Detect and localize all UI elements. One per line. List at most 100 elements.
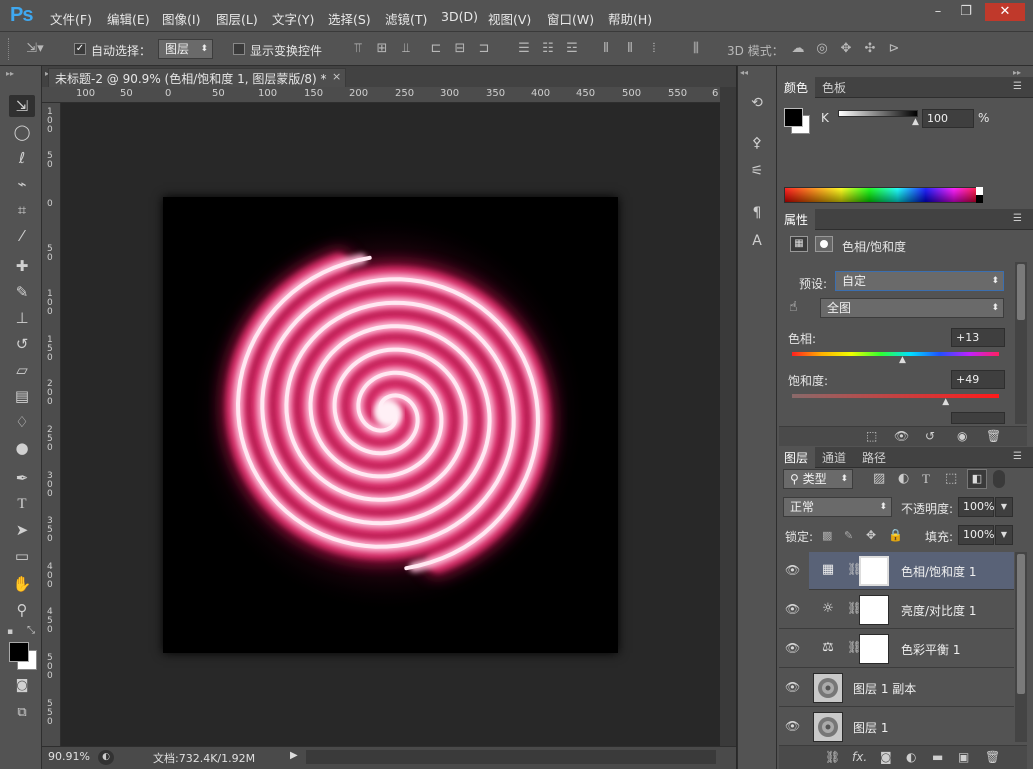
tab-layers[interactable]: 图层 <box>777 447 816 468</box>
range-dropdown[interactable]: 全图 ⬍ <box>820 298 1004 318</box>
properties-scrollbar[interactable] <box>1015 262 1027 424</box>
default-colors-icon[interactable]: ▪ <box>7 627 13 637</box>
filter-pixel-icon[interactable]: ▨ <box>873 471 885 486</box>
fill-input[interactable]: 100% <box>958 525 994 545</box>
lightness-value-input[interactable] <box>951 412 1005 424</box>
color-panel-menu-icon[interactable]: ☰ <box>1013 81 1022 92</box>
lock-all-icon[interactable]: 🔒 <box>888 528 903 542</box>
delete-layer-icon[interactable]: 🗑 <box>985 750 1000 764</box>
reset-icon[interactable]: ↺ <box>925 429 935 443</box>
auto-align-icon[interactable]: ⫼ <box>688 41 704 57</box>
dodge-tool-icon[interactable]: ● <box>9 437 35 459</box>
lasso-tool-icon[interactable]: ℓ <box>9 147 35 169</box>
restore-button[interactable]: ❐ <box>953 3 979 21</box>
document-scrollbar[interactable] <box>720 87 736 746</box>
menu-window[interactable]: 窗口(W) <box>547 9 594 28</box>
swirl-thumbnail[interactable] <box>813 673 843 703</box>
layers-panel-menu-icon[interactable]: ☰ <box>1013 451 1022 462</box>
clip-to-layer-icon[interactable]: ⬚ <box>866 429 877 443</box>
quick-select-tool-icon[interactable]: ⌁ <box>9 173 35 195</box>
zoom-tool-icon[interactable]: ⚲ <box>9 599 35 621</box>
distribute-bottom-icon[interactable]: ☲ <box>564 41 580 57</box>
eraser-tool-icon[interactable]: ▱ <box>9 359 35 381</box>
layer-name[interactable]: 亮度/对比度 1 <box>901 602 977 619</box>
layer-row-brightness-contrast[interactable]: 👁 ☼ ⛓ 亮度/对比度 1 <box>779 591 1014 629</box>
paragraph-panel-icon[interactable]: ¶ <box>746 202 768 224</box>
adjustments-panel-icon[interactable]: ⚴ <box>746 132 768 154</box>
gradient-tool-icon[interactable]: ▤ <box>9 385 35 407</box>
auto-select-checkbox[interactable]: ✓ <box>74 43 86 55</box>
layer-visibility-eye-icon[interactable]: 👁 <box>785 641 800 655</box>
quick-mask-icon[interactable]: ◙ <box>9 675 35 697</box>
midcol-collapse-icon[interactable]: ◂◂ <box>740 68 748 77</box>
properties-panel-icon[interactable]: ⚟ <box>746 160 768 182</box>
layer-row-layer-1[interactable]: 👁 图层 1 <box>779 708 1014 746</box>
ramp-black-chip[interactable] <box>976 195 983 203</box>
panels-collapse-icon[interactable]: ▸▸ <box>1013 68 1021 77</box>
align-top-icon[interactable]: ⫪ <box>350 41 366 57</box>
swap-colors-icon[interactable]: ⤡ <box>27 625 35 636</box>
menu-image[interactable]: 图像(I) <box>162 9 200 28</box>
history-panel-icon[interactable]: ⟲ <box>746 92 768 114</box>
hand-tool-icon[interactable]: ✋ <box>9 573 35 595</box>
distribute-right-icon[interactable]: ⦙ <box>646 41 662 57</box>
tab-channels[interactable]: 通道 <box>815 447 853 468</box>
layer-name[interactable]: 图层 1 副本 <box>853 680 916 697</box>
layer-visibility-eye-icon[interactable]: 👁 <box>785 563 800 577</box>
layer-visibility-eye-icon[interactable]: 👁 <box>785 602 800 616</box>
align-left-icon[interactable]: ⊏ <box>428 41 444 57</box>
saturation-slider-track[interactable] <box>792 394 999 398</box>
distribute-hcenter-icon[interactable]: ⫴ <box>622 41 638 57</box>
show-transform-checkbox[interactable] <box>233 43 245 55</box>
layer-name[interactable]: 色彩平衡 1 <box>901 641 960 658</box>
align-bottom-icon[interactable]: ⫫ <box>398 41 414 57</box>
menu-view[interactable]: 视图(V) <box>488 9 531 28</box>
path-select-tool-icon[interactable]: ➤ <box>9 519 35 541</box>
align-hcenter-icon[interactable]: ⊟ <box>452 41 468 57</box>
align-vcenter-icon[interactable]: ⊞ <box>374 41 390 57</box>
close-document-icon[interactable]: × <box>332 70 341 83</box>
layer-mask-thumbnail[interactable] <box>859 556 889 586</box>
3d-roll-icon[interactable]: ◎ <box>814 41 830 57</box>
type-tool-icon[interactable]: T <box>9 493 35 515</box>
layer-mask-thumbnail[interactable] <box>859 595 889 625</box>
lock-pixels-icon[interactable]: ✎ <box>844 529 853 542</box>
filter-shape-icon[interactable]: ⬚ <box>945 471 957 486</box>
pen-tool-icon[interactable]: ✒ <box>9 467 35 489</box>
3d-rotate-icon[interactable]: ☁ <box>790 41 806 57</box>
align-right-icon[interactable]: ⊐ <box>476 41 492 57</box>
layer-visibility-eye-icon[interactable]: 👁 <box>785 719 800 733</box>
eyedropper-tool-icon[interactable]: ⁄ <box>9 225 35 247</box>
3d-slide-icon[interactable]: ✣ <box>862 41 878 57</box>
k-slider-track[interactable] <box>838 110 918 117</box>
tab-properties[interactable]: 属性 <box>777 209 816 230</box>
rectangle-tool-icon[interactable]: ▭ <box>9 545 35 567</box>
opacity-input[interactable]: 100% <box>958 497 994 517</box>
layer-row-color-balance[interactable]: 👁 ⚖ ⛓ 色彩平衡 1 <box>779 630 1014 668</box>
layer-row-layer-1-copy[interactable]: 👁 图层 1 副本 <box>779 669 1014 707</box>
tab-paths[interactable]: 路径 <box>855 447 893 468</box>
lock-transparent-icon[interactable]: ▩ <box>822 529 832 542</box>
blend-mode-dropdown[interactable]: 正常 ⬍ <box>783 497 892 517</box>
layer-filter-dropdown[interactable]: ⚲ 类型 ⬍ <box>783 469 853 489</box>
hue-slider-track[interactable] <box>792 352 999 356</box>
color-spectrum-ramp[interactable] <box>784 187 983 203</box>
distribute-top-icon[interactable]: ☰ <box>516 41 532 57</box>
close-window-button[interactable]: ✕ <box>985 3 1025 21</box>
document-image[interactable] <box>163 197 618 653</box>
options-grip[interactable] <box>8 38 10 60</box>
add-mask-icon[interactable]: ◙ <box>880 750 892 764</box>
move-tool-icon[interactable]: ⇲ <box>9 95 35 117</box>
auto-select-target-dropdown[interactable]: 图层 ⬍ <box>158 39 213 59</box>
healing-brush-tool-icon[interactable]: ✚ <box>9 255 35 277</box>
delete-adjustment-icon[interactable]: 🗑 <box>986 429 1001 443</box>
saturation-value-input[interactable]: +49 <box>951 370 1005 389</box>
crop-tool-icon[interactable]: ⌗ <box>9 199 35 221</box>
ellipse-marquee-tool-icon[interactable]: ◯ <box>9 121 35 143</box>
layer-name[interactable]: 图层 1 <box>853 719 888 736</box>
document-tab[interactable]: 未标题-2 @ 90.9% (色相/饱和度 1, 图层蒙版/8) * <box>48 68 346 87</box>
fill-slider-toggle-icon[interactable]: ▼ <box>995 525 1013 545</box>
move-tool-preset-icon[interactable]: ⇲▾ <box>24 41 46 57</box>
mask-icon[interactable] <box>815 236 833 252</box>
menu-select[interactable]: 选择(S) <box>328 9 371 28</box>
